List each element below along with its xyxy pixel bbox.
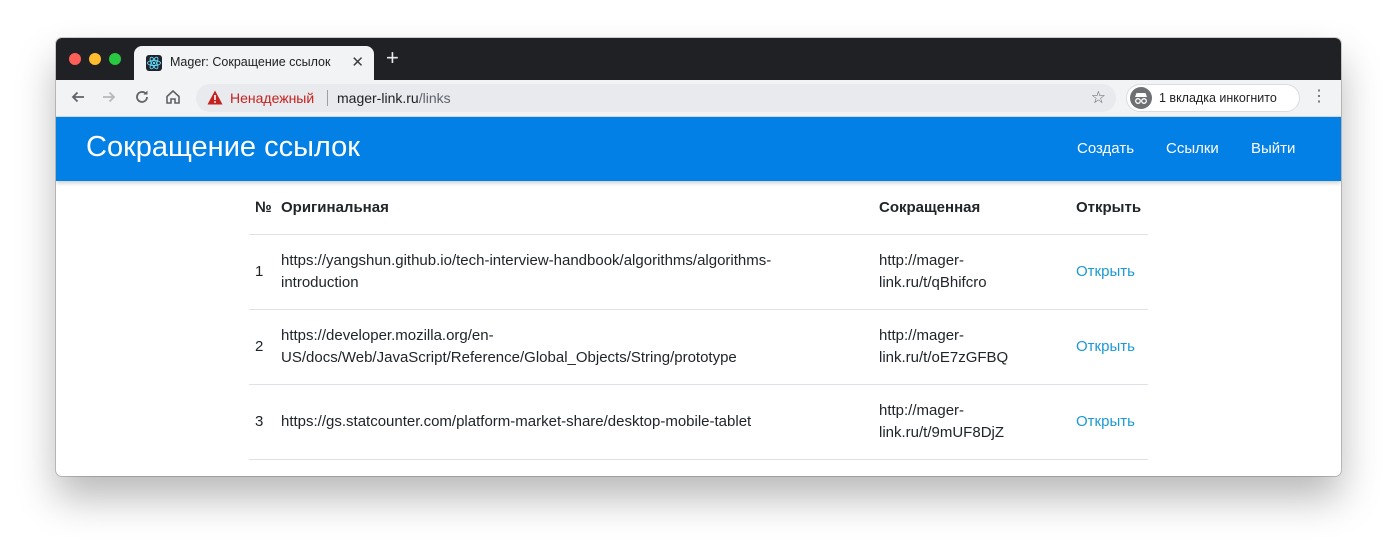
table-row: 3 https://gs.statcounter.com/platform-ma… [249, 385, 1148, 460]
maximize-window-button[interactable] [109, 53, 121, 65]
tab-bar: Mager: Сокращение ссылок ✕ + [56, 38, 1341, 80]
tab-close-icon[interactable]: ✕ [351, 53, 364, 71]
nav-links-link[interactable]: Ссылки [1166, 140, 1219, 157]
new-tab-button[interactable]: + [386, 47, 399, 69]
nav-create-link[interactable]: Создать [1077, 140, 1134, 157]
nav-logout-link[interactable]: Выйти [1251, 140, 1295, 157]
original-url: https://yangshun.github.io/tech-intervie… [281, 250, 841, 294]
table-header: № Оригинальная Сокращенная Открыть [249, 182, 1148, 235]
original-url-line: https://yangshun.github.io/tech-intervie… [281, 252, 772, 269]
incognito-icon [1130, 87, 1152, 109]
row-number: 3 [255, 413, 264, 430]
open-link[interactable]: Открыть [1076, 411, 1135, 433]
table-row: 1 https://yangshun.github.io/tech-interv… [249, 235, 1148, 310]
incognito-indicator[interactable]: 1 вкладка инкогнито [1126, 84, 1300, 112]
short-url-line: http://mager- [879, 252, 965, 269]
short-url: http://mager-link.ru/t/oE7zGFBQ [879, 325, 1049, 369]
short-url-line: link.ru/t/9mUF8DjZ [879, 424, 1005, 441]
browser-tab[interactable]: Mager: Сокращение ссылок ✕ [134, 46, 374, 80]
home-icon[interactable] [163, 88, 183, 108]
links-table: № Оригинальная Сокращенная Открыть 1 htt… [249, 182, 1148, 460]
header-num: № [255, 199, 272, 216]
short-url-line: link.ru/t/oE7zGFBQ [879, 349, 1009, 366]
address-bar[interactable]: Ненадежный mager-link.ru/links ☆ [196, 84, 1116, 112]
short-url: http://mager-link.ru/t/qBhifcro [879, 250, 1049, 294]
short-url: http://mager-link.ru/t/9mUF8DjZ [879, 400, 1049, 444]
original-url: https://gs.statcounter.com/platform-mark… [281, 413, 752, 430]
back-arrow-icon[interactable] [68, 88, 88, 108]
reload-icon[interactable] [132, 88, 152, 108]
row-number: 2 [255, 338, 264, 355]
react-favicon-icon [146, 55, 162, 71]
header-original: Оригинальная [281, 199, 389, 216]
app-header: Сокращение ссылок Создать Ссылки Выйти [56, 117, 1341, 181]
app-title: Сокращение ссылок [86, 131, 360, 163]
close-window-button[interactable] [69, 53, 81, 65]
short-url-line: http://mager- [879, 402, 965, 419]
url-text[interactable]: mager-link.ru/links [337, 90, 451, 106]
table-row: 2 https://developer.mozilla.org/en- US/do… [249, 310, 1148, 385]
security-label[interactable]: Ненадежный [230, 90, 314, 106]
header-open: Открыть [1076, 199, 1142, 216]
row-number: 1 [255, 263, 264, 280]
short-url-line: http://mager- [879, 327, 965, 344]
original-url: https://developer.mozilla.org/en- US/docs… [281, 325, 841, 369]
url-host: mager-link.ru [337, 90, 419, 106]
browser-window: Mager: Сокращение ссылок ✕ + Ненадежный … [56, 38, 1341, 476]
original-url-line: introduction [281, 274, 359, 291]
omnibox-divider [327, 90, 328, 106]
url-path: /links [418, 90, 451, 106]
incognito-label: 1 вкладка инкогнито [1159, 91, 1277, 105]
short-url-line: link.ru/t/qBhifcro [879, 274, 987, 291]
original-url-line: US/docs/Web/JavaScript/Reference/Global_… [281, 349, 737, 366]
open-link[interactable]: Открыть [1076, 261, 1135, 283]
forward-arrow-icon[interactable] [99, 88, 119, 108]
tab-title: Mager: Сокращение ссылок [170, 55, 331, 69]
header-short: Сокращенная [879, 199, 981, 216]
open-link[interactable]: Открыть [1076, 336, 1135, 358]
minimize-window-button[interactable] [89, 53, 101, 65]
bookmark-star-icon[interactable]: ☆ [1091, 88, 1106, 108]
original-url-line: https://developer.mozilla.org/en- [281, 327, 494, 344]
browser-toolbar: Ненадежный mager-link.ru/links ☆ 1 вклад… [56, 80, 1341, 117]
more-vertical-icon[interactable]: ⋮ [1311, 88, 1327, 106]
warning-triangle-icon[interactable] [207, 90, 223, 110]
